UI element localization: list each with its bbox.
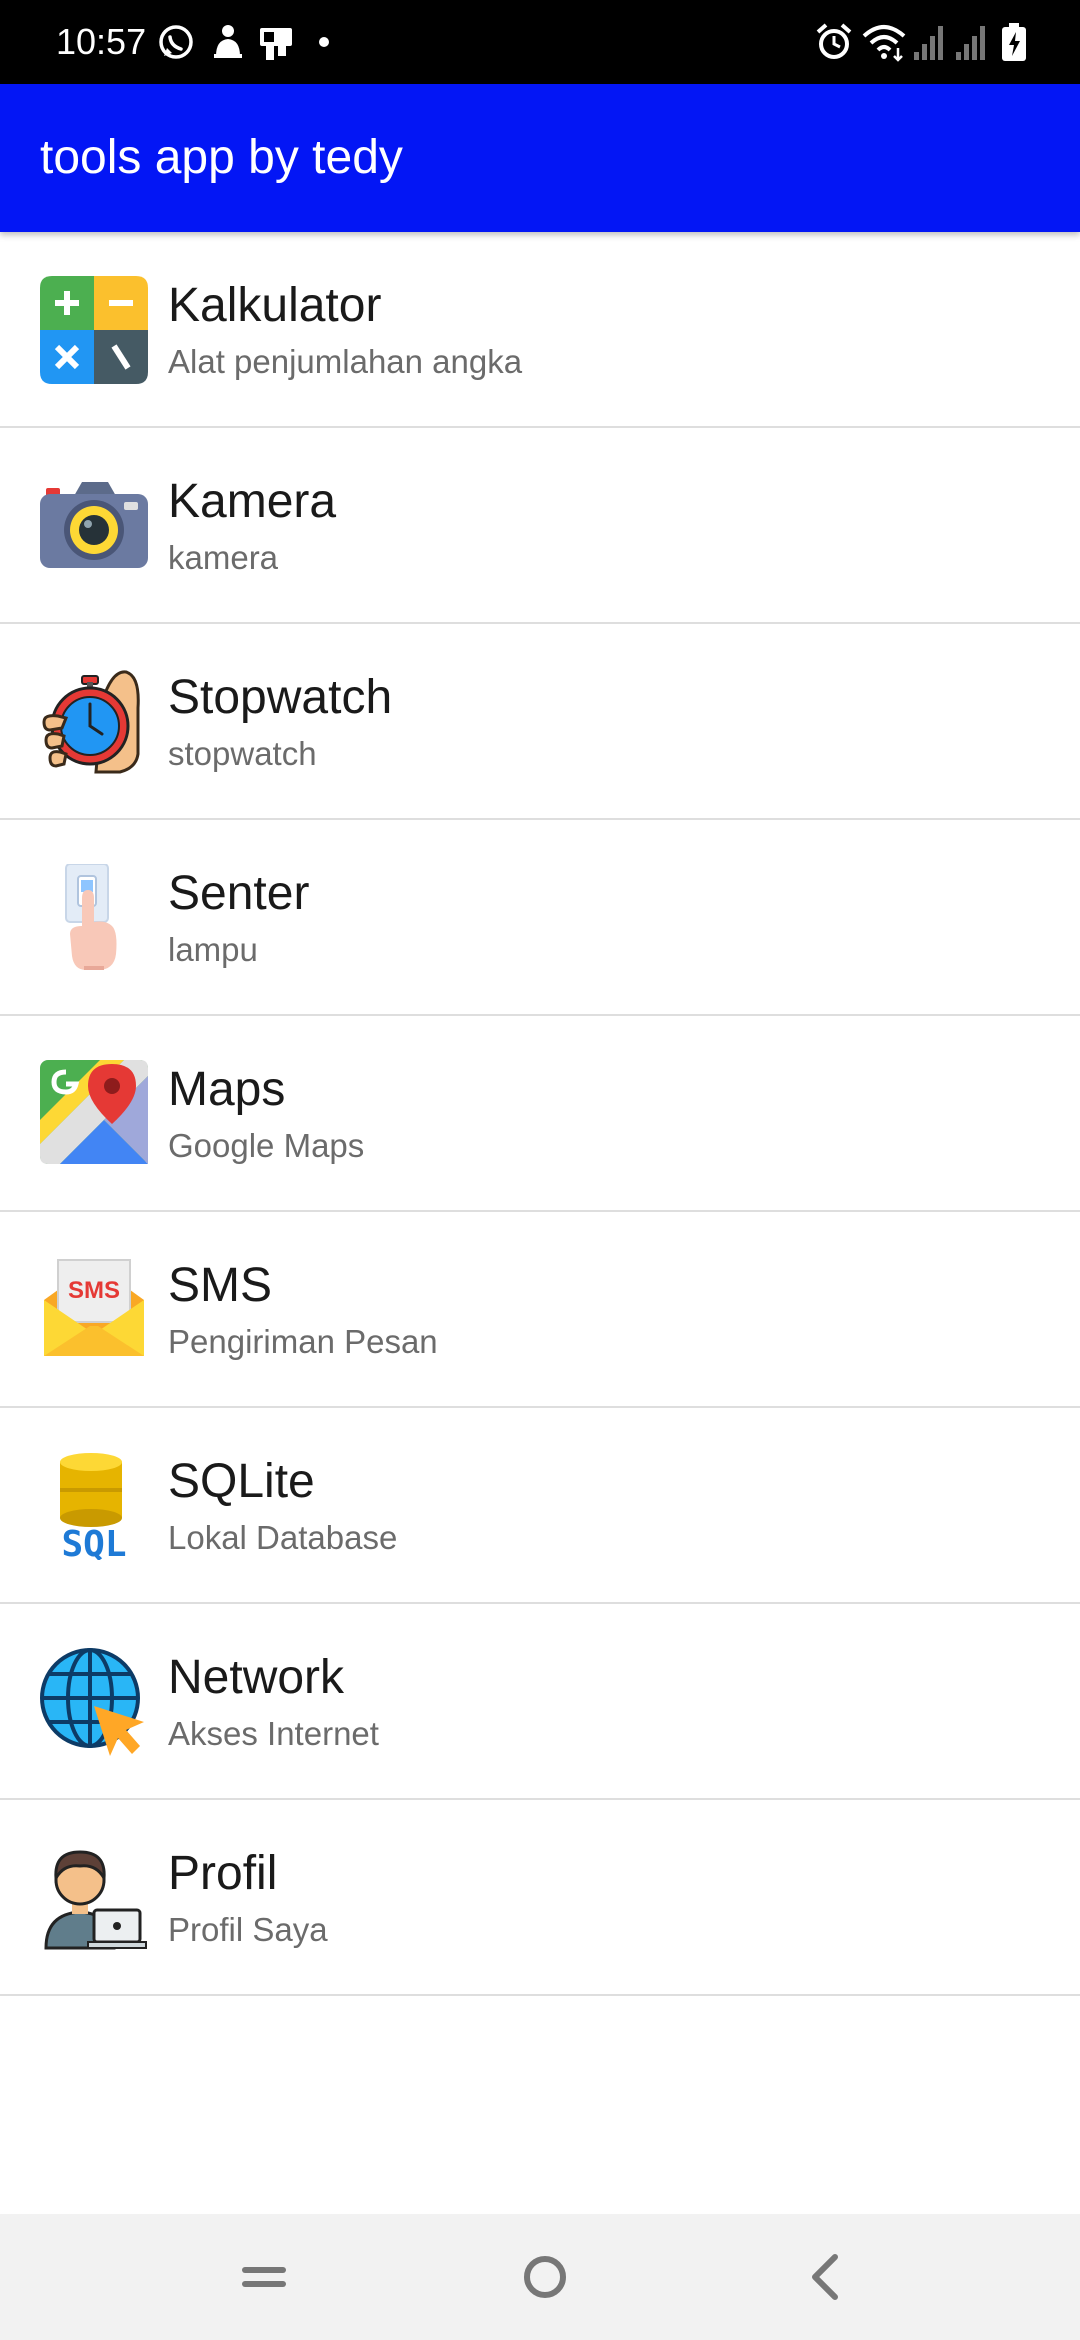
- menu-item-profil[interactable]: Profil Profil Saya: [0, 1800, 1080, 1996]
- app-title: tools app by tedy: [40, 131, 403, 184]
- flashlight-switch-icon: [65, 864, 117, 970]
- menu-item-sqlite[interactable]: SQL SQLite Lokal Database: [0, 1408, 1080, 1604]
- notification-icon: [260, 28, 292, 60]
- menu-item-subtitle: Profil Saya: [168, 1911, 328, 1948]
- menu-item-title: Network: [168, 1651, 345, 1704]
- sql-icon-label: SQL: [61, 1524, 126, 1560]
- menu-item-network[interactable]: Network Akses Internet: [0, 1604, 1080, 1800]
- menu-item-subtitle: kamera: [168, 539, 279, 576]
- alarm-icon: [816, 23, 852, 59]
- whatsapp-icon: [159, 25, 193, 59]
- menu-item-title: Kamera: [168, 475, 337, 528]
- menu-item-subtitle: Akses Internet: [168, 1715, 379, 1752]
- battery-charging-icon: [1002, 23, 1026, 61]
- wifi-icon: [862, 25, 906, 62]
- stopwatch-icon: [42, 670, 140, 774]
- menu-item-sms[interactable]: SMS SMS Pengiriman Pesan: [0, 1212, 1080, 1408]
- menu-item-maps[interactable]: Maps Google Maps: [0, 1016, 1080, 1212]
- status-time: 10:57: [56, 21, 147, 62]
- sql-database-icon: SQL: [60, 1453, 127, 1560]
- menu-item-kalkulator[interactable]: Kalkulator Alat penjumlahan angka: [0, 232, 1080, 428]
- home-icon[interactable]: [515, 2247, 575, 2307]
- menu-item-subtitle: stopwatch: [168, 735, 317, 772]
- menu-item-title: Maps: [168, 1063, 286, 1116]
- signal-icon: [956, 26, 985, 60]
- maps-icon: [40, 1060, 148, 1164]
- menu-item-subtitle: Google Maps: [168, 1127, 365, 1164]
- menu-item-title: Stopwatch: [168, 671, 393, 724]
- menu-item-title: Senter: [168, 867, 310, 920]
- signal-icon: [914, 26, 943, 60]
- navigation-bar: [0, 2214, 1080, 2340]
- recents-icon[interactable]: [234, 2247, 294, 2307]
- menu-item-stopwatch[interactable]: Stopwatch stopwatch: [0, 624, 1080, 820]
- menu-item-subtitle: lampu: [168, 931, 258, 968]
- app-bar: tools app by tedy: [0, 84, 1080, 232]
- back-icon[interactable]: [797, 2247, 857, 2307]
- camera-icon: [40, 482, 148, 568]
- calculator-icon: [40, 276, 148, 384]
- sms-icon: SMS: [44, 1259, 144, 1356]
- sms-icon-label: SMS: [68, 1277, 120, 1304]
- menu-item-subtitle: Lokal Database: [168, 1519, 398, 1556]
- menu-item-subtitle: Alat penjumlahan angka: [168, 343, 523, 380]
- status-bar: 10:57: [0, 0, 1080, 84]
- menu-list: Kalkulator Alat penjumlahan angka Kamera…: [0, 232, 1080, 1996]
- globe-network-icon: [40, 1648, 144, 1756]
- menu-item-senter[interactable]: Senter lampu: [0, 820, 1080, 1016]
- menu-item-title: SMS: [168, 1259, 273, 1312]
- menu-item-title: Kalkulator: [168, 279, 382, 332]
- profile-icon: [44, 1850, 147, 1950]
- menu-item-subtitle: Pengiriman Pesan: [168, 1323, 438, 1360]
- notification-icon: [214, 25, 242, 58]
- menu-item-title: SQLite: [168, 1455, 315, 1508]
- menu-item-title: Profil: [168, 1847, 278, 1900]
- menu-item-kamera[interactable]: Kamera kamera: [0, 428, 1080, 624]
- dot-icon: [319, 37, 329, 47]
